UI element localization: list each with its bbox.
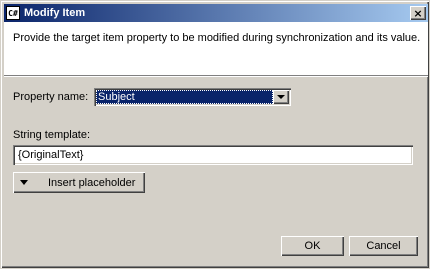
insert-placeholder-button[interactable]: Insert placeholder bbox=[13, 172, 145, 193]
description-banner: Provide the target item property to be m… bbox=[4, 22, 428, 76]
dropdown-arrow-icon bbox=[20, 180, 28, 185]
chevron-down-icon bbox=[277, 95, 285, 99]
close-icon: × bbox=[413, 6, 423, 20]
property-name-select[interactable]: Subject bbox=[94, 88, 291, 106]
cancel-button[interactable]: Cancel bbox=[349, 236, 418, 256]
description-text: Provide the target item property to be m… bbox=[13, 32, 421, 44]
banner-divider bbox=[4, 76, 428, 77]
property-name-value: Subject bbox=[96, 90, 273, 104]
close-button[interactable]: × bbox=[410, 6, 426, 20]
window-title: Modify Item bbox=[24, 7, 86, 19]
app-icon: C# bbox=[6, 6, 20, 20]
modify-item-dialog: C# Modify Item × Provide the target item… bbox=[0, 0, 430, 269]
cancel-label: Cancel bbox=[366, 240, 401, 252]
insert-placeholder-label: Insert placeholder bbox=[48, 176, 136, 189]
string-template-input[interactable]: {OriginalText} bbox=[13, 145, 413, 165]
ok-label: OK bbox=[304, 240, 321, 252]
title-bar[interactable]: C# Modify Item × bbox=[4, 4, 428, 22]
ok-button[interactable]: OK bbox=[281, 236, 344, 256]
property-name-label: Property name: bbox=[13, 91, 89, 103]
string-template-label: String template: bbox=[13, 129, 91, 141]
dropdown-button[interactable] bbox=[273, 90, 289, 104]
